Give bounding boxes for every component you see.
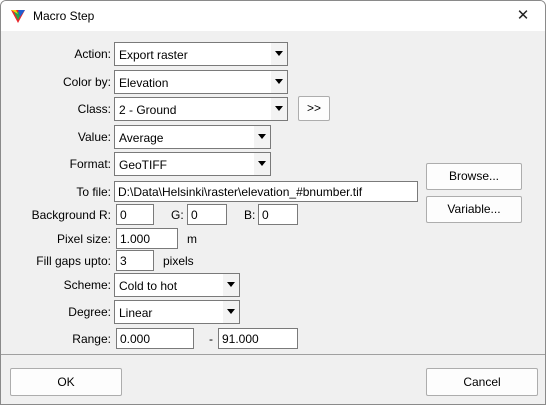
color-by-value: Elevation xyxy=(119,76,169,90)
background-b-label: B: xyxy=(244,208,256,222)
fill-gaps-label: Fill gaps upto: xyxy=(36,254,111,268)
action-value: Export raster xyxy=(119,48,188,62)
chevron-down-icon[interactable] xyxy=(222,301,239,323)
degree-combo[interactable]: Linear xyxy=(114,300,240,324)
degree-label: Degree: xyxy=(68,305,111,319)
chevron-down-icon[interactable] xyxy=(253,126,270,148)
pixel-size-label: Pixel size: xyxy=(56,232,111,246)
background-r-label: Background R: xyxy=(31,208,111,222)
chevron-down-icon[interactable] xyxy=(270,43,287,65)
class-label: Class: xyxy=(77,102,111,116)
range-label: Range: xyxy=(72,332,111,346)
format-combo[interactable]: GeoTIFF xyxy=(114,152,271,176)
format-value: GeoTIFF xyxy=(119,158,168,172)
to-file-input[interactable]: D:\Data\Helsinki\raster\elevation_#bnumb… xyxy=(114,181,418,202)
action-label: Action: xyxy=(74,47,111,61)
tri-color-triangle-icon xyxy=(11,10,25,23)
class-select-button[interactable]: >> xyxy=(298,96,330,121)
ok-button[interactable]: OK xyxy=(10,368,122,396)
class-value: 2 - Ground xyxy=(119,103,177,117)
scheme-combo[interactable]: Cold to hot xyxy=(114,273,240,297)
browse-button[interactable]: Browse... xyxy=(426,163,522,190)
value-value: Average xyxy=(119,131,164,145)
range-min-input[interactable]: 0.000 xyxy=(116,328,194,349)
fill-gaps-input[interactable]: 3 xyxy=(116,250,154,271)
range-max-input[interactable]: 91.000 xyxy=(218,328,298,349)
cancel-button[interactable]: Cancel xyxy=(426,368,538,396)
background-g-label: G: xyxy=(171,208,184,222)
pixel-size-input[interactable]: 1.000 xyxy=(116,228,178,249)
range-dash: - xyxy=(209,332,213,346)
chevron-down-icon[interactable] xyxy=(270,98,287,120)
color-by-label: Color by: xyxy=(62,75,111,89)
background-r-input[interactable]: 0 xyxy=(116,204,154,225)
degree-value: Linear xyxy=(119,306,153,320)
chevron-down-icon[interactable] xyxy=(222,274,239,296)
pixel-size-unit: m xyxy=(187,232,197,246)
value-combo[interactable]: Average xyxy=(114,125,271,149)
button-bar: OK Cancel xyxy=(1,355,545,404)
background-g-input[interactable]: 0 xyxy=(187,204,227,225)
variable-button[interactable]: Variable... xyxy=(426,196,522,223)
action-combo[interactable]: Export raster xyxy=(114,42,288,66)
scheme-value: Cold to hot xyxy=(119,279,178,293)
background-b-input[interactable]: 0 xyxy=(258,204,298,225)
chevron-down-icon[interactable] xyxy=(270,71,287,93)
title-bar: Macro Step ✕ xyxy=(1,1,545,31)
format-label: Format: xyxy=(69,157,111,171)
value-label: Value: xyxy=(77,130,111,144)
class-combo[interactable]: 2 - Ground xyxy=(114,97,288,121)
window-title: Macro Step xyxy=(33,9,95,23)
macro-step-dialog: Macro Step ✕ Action: Export raster Color… xyxy=(0,0,546,405)
scheme-label: Scheme: xyxy=(63,278,111,292)
close-icon[interactable]: ✕ xyxy=(501,1,545,31)
fill-gaps-unit: pixels xyxy=(163,254,194,268)
to-file-label: To file: xyxy=(76,185,111,199)
chevron-down-icon[interactable] xyxy=(253,153,270,175)
color-by-combo[interactable]: Elevation xyxy=(114,70,288,94)
